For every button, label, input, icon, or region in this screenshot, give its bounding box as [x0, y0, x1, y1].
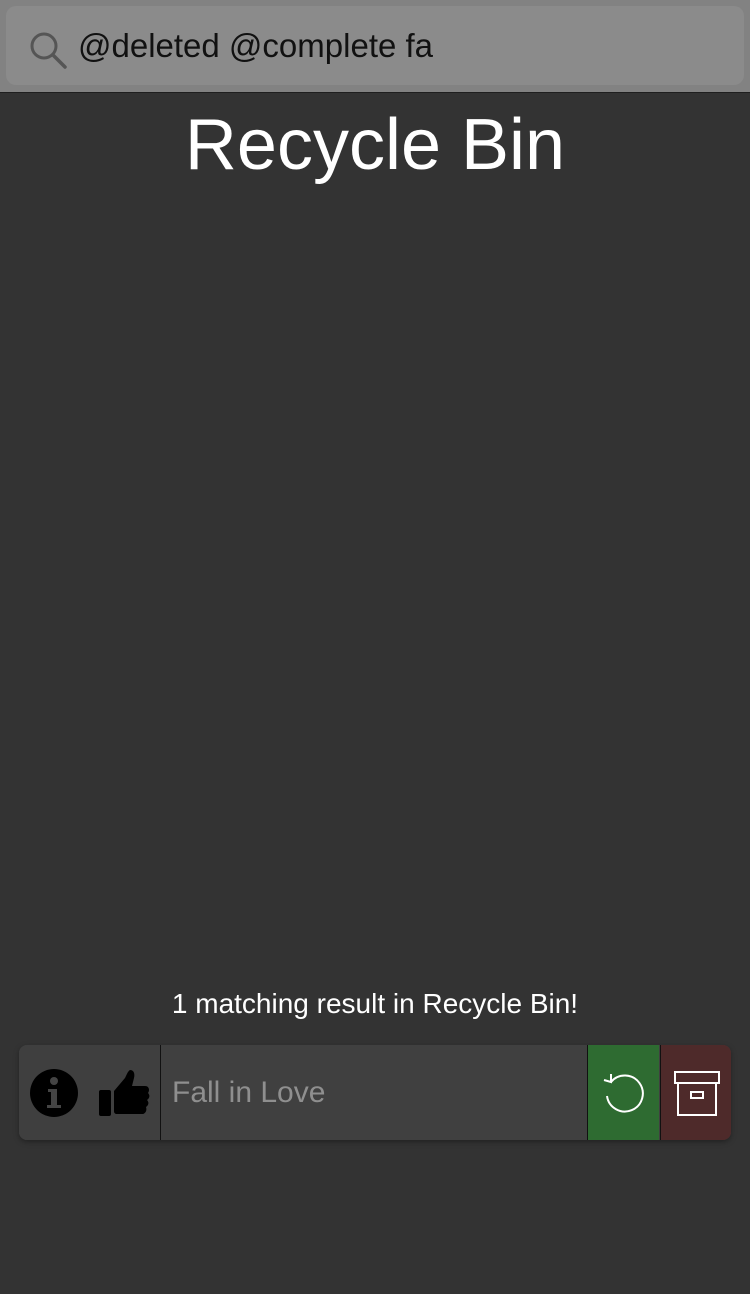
search-icon [30, 32, 67, 69]
search-bar [0, 0, 750, 93]
archive-button[interactable] [660, 1045, 731, 1140]
info-icon[interactable] [29, 1068, 79, 1118]
item-title: Fall in Love [172, 1076, 326, 1109]
row-actions-left [19, 1045, 161, 1140]
search-input[interactable] [78, 6, 718, 85]
result-row[interactable]: Fall in Love [19, 1045, 731, 1140]
recycle-bin-screen: Recycle Bin 1 matching result in Recycle… [0, 0, 750, 1294]
page-title: Recycle Bin [184, 105, 566, 185]
results-summary: 1 matching result in Recycle Bin! [171, 988, 579, 1019]
restore-icon [603, 1074, 644, 1113]
archive-box-icon [674, 1071, 720, 1116]
thumbs-up-icon[interactable] [97, 1068, 151, 1118]
search-field[interactable] [6, 6, 744, 85]
restore-button[interactable] [587, 1045, 659, 1140]
